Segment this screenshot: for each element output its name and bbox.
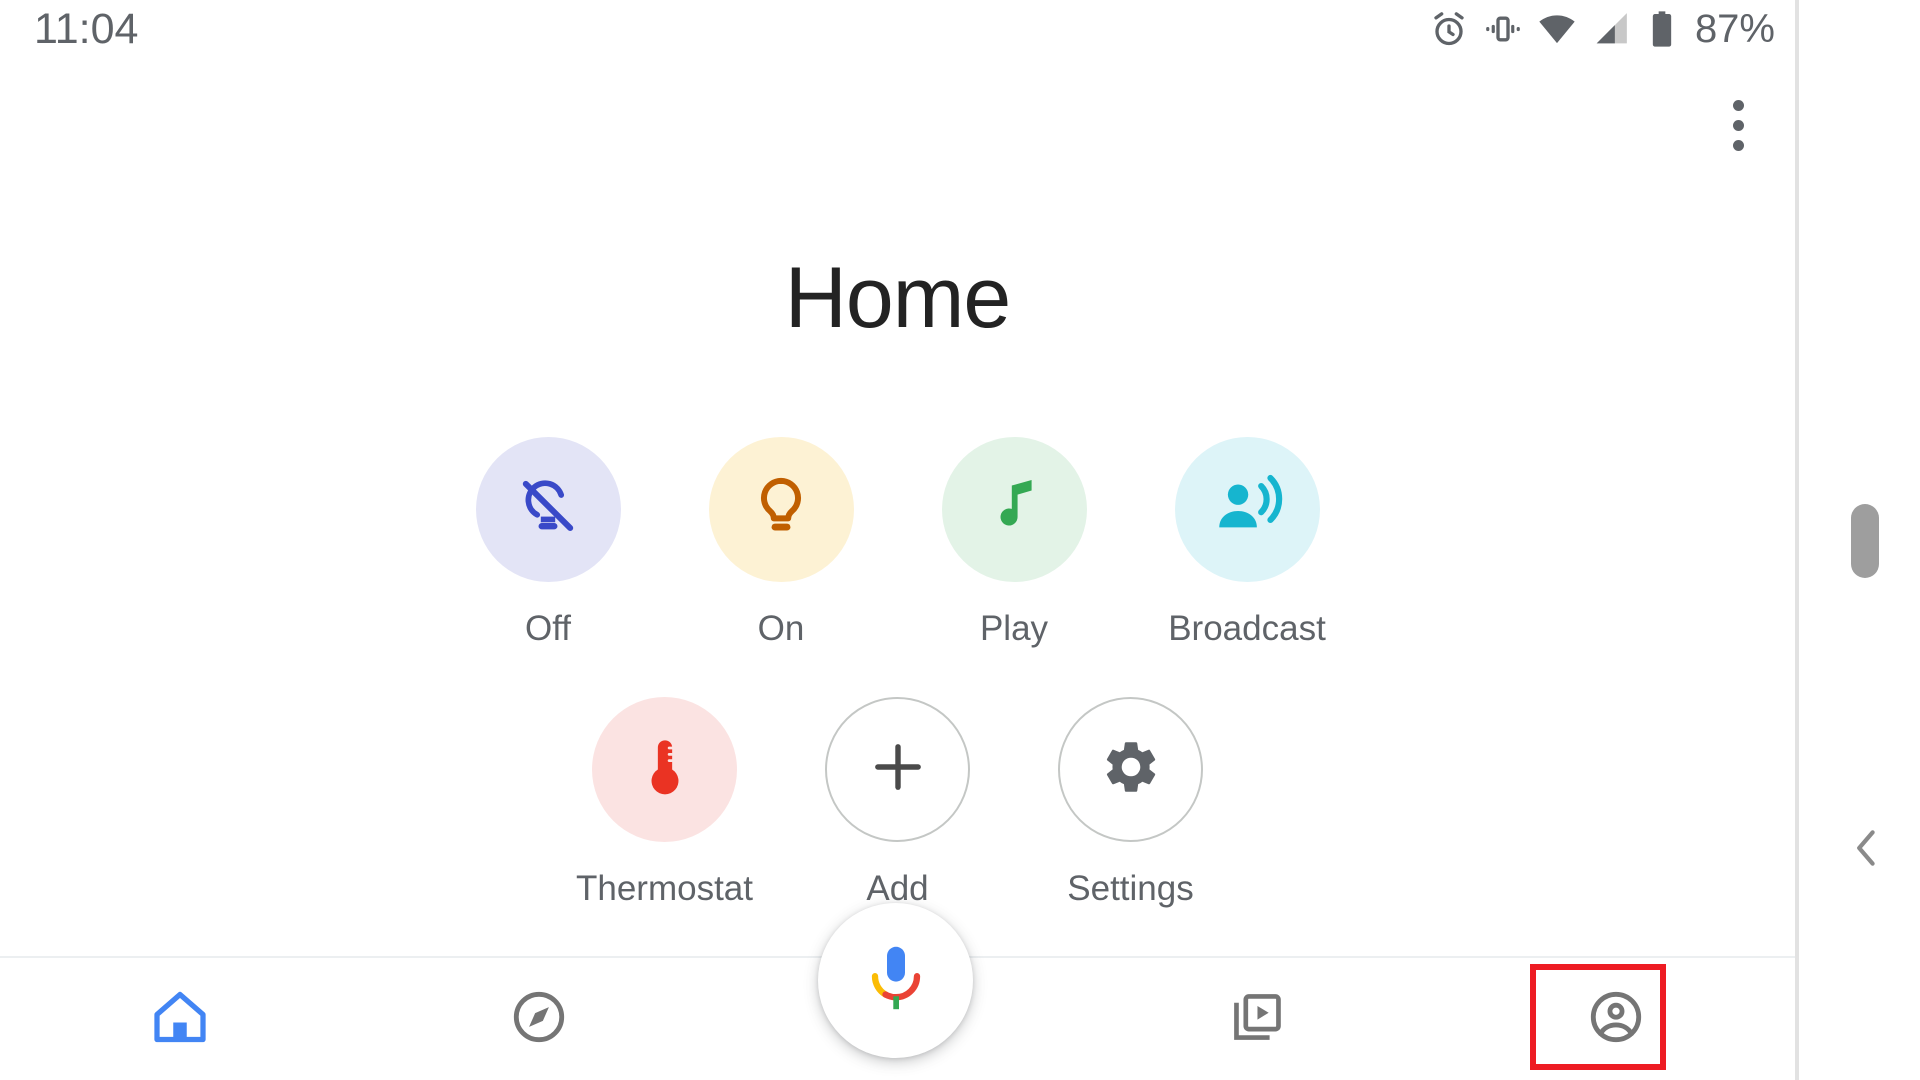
vibrate-icon: [1483, 9, 1523, 49]
wifi-icon: [1537, 9, 1577, 49]
battery-icon: [1645, 9, 1679, 49]
status-bar-clock: 11:04: [34, 5, 139, 53]
cell-signal-icon: [1591, 9, 1631, 49]
screen-root: 11:04 87% Home Off On Play Broadcast The…: [0, 0, 1920, 1080]
scrollbar-thumb[interactable]: [1851, 504, 1879, 578]
shortcut-settings-label: Settings: [1067, 869, 1194, 908]
shortcut-broadcast[interactable]: Broadcast: [1168, 437, 1326, 650]
lightbulb-icon: [745, 471, 817, 548]
shortcut-row-secondary: Thermostat Add Settings: [0, 697, 1795, 910]
shortcut-on-label: On: [757, 609, 805, 648]
chevron-left-icon[interactable]: [1843, 818, 1889, 878]
google-assistant-mic-icon: [865, 942, 927, 1019]
alarm-icon: [1429, 9, 1469, 49]
phone-viewport: 11:04 87% Home Off On Play Broadcast The…: [0, 0, 1795, 1080]
broadcast-icon: [1210, 470, 1284, 549]
shortcut-add[interactable]: Add: [825, 697, 970, 910]
more-options-dot: [1732, 99, 1744, 111]
shortcut-row-primary: Off On Play Broadcast: [0, 437, 1795, 650]
shortcut-settings-circle: [1058, 697, 1203, 842]
plus-icon: [867, 736, 929, 803]
frame-divider: [1795, 0, 1799, 1080]
shortcut-play[interactable]: Play: [941, 437, 1087, 650]
nav-explore-button[interactable]: [359, 958, 718, 1080]
nav-home-button[interactable]: [0, 958, 359, 1080]
status-bar: 11:04 87%: [0, 0, 1795, 58]
shortcut-add-circle: [825, 697, 970, 842]
home-icon: [150, 987, 210, 1052]
google-assistant-button[interactable]: [818, 903, 973, 1058]
compass-icon: [510, 988, 568, 1051]
shortcut-play-label: Play: [979, 609, 1049, 648]
shortcut-off-label: Off: [524, 609, 572, 648]
shortcut-off-circle: [475, 437, 621, 582]
more-options-dot: [1732, 139, 1744, 151]
gear-icon: [1100, 736, 1162, 803]
shortcut-play-circle: [941, 437, 1087, 582]
more-options-button[interactable]: [1710, 86, 1766, 164]
more-options-dot: [1732, 119, 1744, 131]
shortcut-thermostat-label: Thermostat: [576, 869, 753, 908]
thermostat-icon: [632, 734, 698, 805]
media-library-icon: [1229, 989, 1285, 1050]
account-circle-icon: [1587, 988, 1645, 1051]
shortcut-thermostat[interactable]: Thermostat: [576, 697, 753, 910]
shortcut-on-circle: [708, 437, 854, 582]
battery-percent-label: 87%: [1694, 7, 1775, 51]
shortcut-off[interactable]: Off: [475, 437, 621, 650]
shortcut-broadcast-label: Broadcast: [1168, 609, 1326, 648]
status-bar-icons: 87%: [1429, 0, 1775, 58]
shortcut-broadcast-circle: [1174, 437, 1320, 582]
shortcut-on[interactable]: On: [708, 437, 854, 650]
lightbulb-off-icon: [512, 471, 584, 548]
nav-media-button[interactable]: [1077, 958, 1436, 1080]
nav-account-button[interactable]: [1436, 958, 1795, 1080]
shortcut-settings[interactable]: Settings: [1058, 697, 1203, 910]
music-note-icon: [981, 474, 1047, 545]
page-title: Home: [784, 250, 1011, 346]
shortcut-thermostat-circle: [592, 697, 737, 842]
